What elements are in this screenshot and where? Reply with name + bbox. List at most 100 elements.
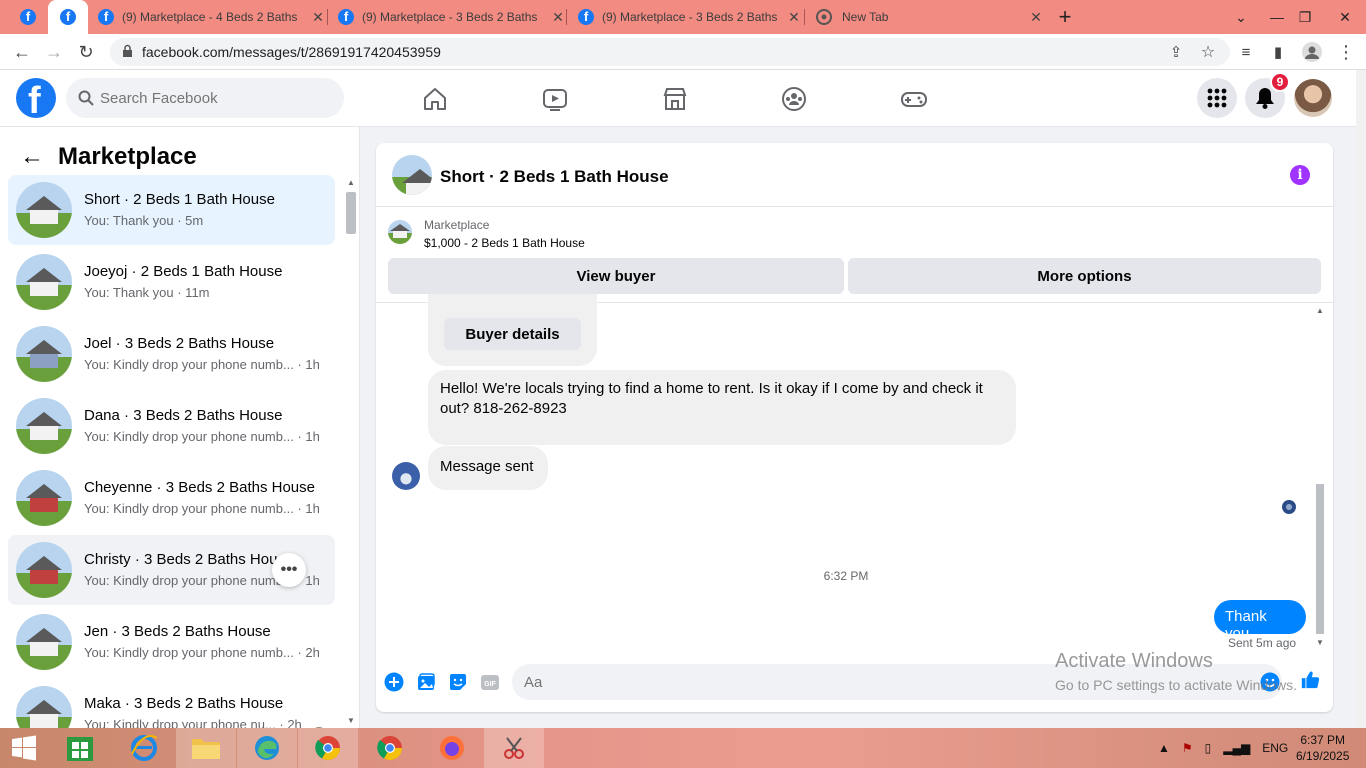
browser-tab-5[interactable]: f (9) Marketplace - 3 Beds 2 Baths ✕ (570, 0, 802, 34)
conversation-item[interactable]: Short · 2 Beds 1 Bath House You: Thank yo… (8, 175, 335, 245)
listing-price[interactable]: $1,000 - 2 Beds 1 Bath House (424, 236, 585, 250)
network-icon[interactable]: ▂▄▆ (1223, 741, 1250, 755)
windows-start-icon[interactable] (0, 728, 54, 768)
listing-small-thumbnail[interactable] (388, 220, 412, 244)
firefox-icon[interactable] (422, 728, 482, 768)
conversation-item[interactable]: Maka · 3 Beds 2 Baths House You: Kindly d… (8, 679, 335, 728)
gif-icon[interactable]: GIF (480, 672, 500, 692)
forward-icon[interactable]: → (42, 40, 66, 64)
facebook-icon: f (578, 9, 594, 25)
page-scrollbar[interactable] (1356, 70, 1366, 728)
back-arrow-icon[interactable]: ← (20, 143, 44, 171)
tab-search-icon[interactable]: ⌄ (1228, 0, 1254, 34)
bookmark-star-icon[interactable]: ☆ (1196, 40, 1220, 64)
profile-icon[interactable] (1300, 40, 1324, 64)
marketplace-icon[interactable] (660, 84, 690, 114)
view-buyer-button[interactable]: View buyer (388, 258, 844, 294)
clock-time: 6:37 PM (1300, 733, 1346, 747)
conversation-item[interactable]: Cheyenne · 3 Beds 2 Baths House You: Kind… (8, 463, 335, 533)
listing-thumbnail[interactable] (392, 155, 432, 195)
snipping-tool-icon[interactable] (484, 728, 544, 768)
chrome-icon[interactable] (360, 728, 420, 768)
groups-icon[interactable] (779, 84, 809, 114)
activate-windows-watermark: Activate Windows Go to PC settings to ac… (1055, 650, 1297, 693)
conversation-item[interactable]: Jen · 3 Beds 2 Baths House You: Kindly dr… (8, 607, 335, 677)
facebook-icon: f (338, 9, 354, 25)
language-indicator[interactable]: ENG (1262, 741, 1288, 755)
account-avatar[interactable] (1294, 79, 1332, 117)
conversation-item[interactable]: Dana · 3 Beds 2 Baths House You: Kindly d… (8, 391, 335, 461)
chrome-profile-icon[interactable] (298, 728, 358, 768)
video-icon[interactable] (540, 84, 570, 114)
search-input[interactable] (100, 78, 330, 118)
photo-icon[interactable] (416, 672, 436, 692)
side-panel-icon[interactable]: ▮ (1266, 40, 1290, 64)
my-message: Thank you (1214, 600, 1306, 642)
share-icon[interactable]: ⇪ (1164, 40, 1188, 64)
close-icon[interactable]: ✕ (786, 9, 802, 26)
add-attachment-icon[interactable] (384, 672, 404, 692)
home-icon[interactable] (420, 84, 450, 114)
conversation-item[interactable]: Christy · 3 Beds 2 Baths House You: Kindl… (8, 535, 335, 605)
browser-tab-1[interactable]: f (8, 0, 48, 34)
scrollbar-thumb[interactable] (346, 192, 356, 234)
scroll-up-icon[interactable]: ▲ (1316, 306, 1324, 315)
battery-icon[interactable]: ▯ (1205, 741, 1212, 755)
tab-divider (566, 9, 567, 25)
scrollbar-thumb[interactable] (1316, 484, 1324, 634)
sent-status: Sent 5m ago (1228, 636, 1297, 650)
sticker-icon[interactable] (448, 672, 468, 692)
conversation-preview: You: Kindly drop your phone numb... · 1h (84, 357, 319, 372)
scroll-up-icon[interactable]: ▲ (347, 178, 355, 187)
minimize-button[interactable]: — (1264, 0, 1290, 34)
conversation-item[interactable]: Joeyoj · 2 Beds 1 Bath House You: Thank y… (8, 247, 335, 317)
facebook-logo[interactable]: f (16, 78, 56, 118)
taskbar-clock[interactable]: 6:37 PM 6/19/2025 (1296, 732, 1349, 764)
address-bar[interactable]: facebook.com/messages/t/2869191742045395… (110, 38, 1230, 66)
file-explorer-icon[interactable] (176, 728, 236, 768)
close-icon[interactable]: ✕ (550, 9, 566, 26)
sender-avatar[interactable] (392, 462, 420, 490)
sidebar-scrollbar[interactable]: ▲ ▼ (344, 176, 358, 728)
info-icon[interactable]: i (1290, 165, 1310, 185)
search-icon (78, 90, 94, 106)
message-timestamp: 6:32 PM (823, 569, 869, 583)
listing-thumbnail (16, 470, 72, 526)
browser-tab-2[interactable]: f (48, 0, 88, 34)
show-hidden-icons[interactable]: ▲ (1158, 741, 1170, 755)
listing-thumbnail (16, 326, 72, 382)
internet-explorer-icon[interactable] (114, 728, 174, 768)
more-options-icon[interactable]: ••• (272, 553, 306, 587)
new-tab-button[interactable]: + (1052, 0, 1078, 34)
tab-divider (804, 9, 805, 25)
reload-icon[interactable]: ↻ (74, 40, 98, 64)
store-icon[interactable] (50, 728, 110, 768)
restore-button[interactable]: ❐ (1292, 0, 1318, 34)
marketplace-sidebar: ← Marketplace Short · 2 Beds 1 Bath Hous… (0, 127, 360, 728)
edge-icon[interactable] (237, 728, 297, 768)
tab-title: (9) Marketplace - 3 Beds 2 Baths (602, 10, 778, 24)
media-control-icon[interactable]: ≡ (1234, 40, 1258, 64)
browser-menu-icon[interactable]: ⋮ (1334, 40, 1358, 64)
browser-tab-4[interactable]: f (9) Marketplace - 3 Beds 2 Baths ✕ (330, 0, 566, 34)
menu-grid-icon[interactable] (1197, 78, 1237, 118)
buyer-details-button[interactable]: Buyer details (444, 318, 581, 350)
close-icon[interactable]: ✕ (1028, 9, 1044, 26)
search-box[interactable] (66, 78, 344, 118)
facebook-icon: f (60, 9, 76, 25)
close-window-button[interactable]: ✕ (1330, 0, 1360, 34)
scroll-down-icon[interactable]: ▼ (347, 716, 355, 725)
flag-icon[interactable]: ⚑ (1182, 741, 1193, 755)
gaming-icon[interactable] (899, 84, 929, 114)
browser-tab-6[interactable]: New Tab ✕ (808, 0, 1044, 34)
back-icon[interactable]: ← (10, 40, 34, 64)
conversation-item[interactable]: Joel · 3 Beds 2 Baths House You: Kindly d… (8, 319, 335, 389)
thread-scrollbar[interactable]: ▲ ▼ (1314, 304, 1326, 654)
browser-tab-3[interactable]: f (9) Marketplace - 4 Beds 2 Baths ✕ (90, 0, 326, 34)
conversation-name: Cheyenne · 3 Beds 2 Baths House (84, 479, 315, 496)
close-icon[interactable]: ✕ (310, 9, 326, 26)
thumbs-up-icon[interactable] (1300, 670, 1320, 690)
conversation-title[interactable]: Short · 2 Beds 1 Bath House (440, 167, 669, 187)
more-options-button[interactable]: More options (848, 258, 1321, 294)
scroll-down-icon[interactable]: ▼ (1316, 638, 1324, 647)
